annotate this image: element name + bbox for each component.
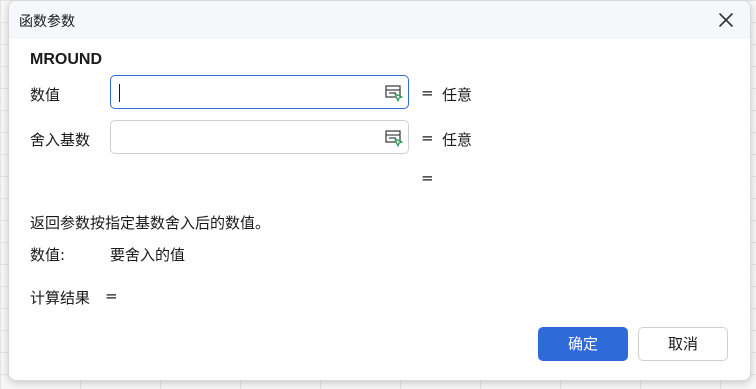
arg-input-number[interactable]	[110, 75, 409, 109]
arg-label-multiple: 舍入基数	[30, 131, 91, 149]
formula-equals: =	[421, 169, 434, 187]
cancel-button[interactable]: 取消	[638, 327, 728, 361]
calc-result-equals: =	[105, 287, 118, 305]
arg-result-number: 任意	[442, 86, 473, 104]
range-select-icon[interactable]	[384, 128, 404, 148]
function-name: MROUND	[30, 51, 102, 68]
text-caret	[119, 84, 120, 102]
arg-result-multiple: 任意	[442, 131, 473, 149]
close-icon[interactable]	[716, 10, 736, 30]
dialog-title: 函数参数	[19, 14, 75, 30]
arg-input-multiple[interactable]	[110, 120, 409, 154]
param-help-name: 数值:	[30, 246, 66, 264]
calc-result-label: 计算结果	[30, 289, 91, 307]
arg-equals-multiple: =	[421, 129, 434, 147]
arg-equals-number: =	[421, 84, 434, 102]
range-select-icon[interactable]	[384, 83, 404, 103]
function-description: 返回参数按指定基数舍入后的数值。	[30, 214, 271, 232]
ok-button[interactable]: 确定	[538, 327, 628, 361]
param-help-text: 要舍入的值	[110, 246, 186, 264]
dialog-titlebar: 函数参数	[9, 1, 750, 39]
function-arguments-dialog: 函数参数 MROUND 数值 = 任意 舍入基数 = 任意 = 返回参数按指定基…	[8, 0, 751, 381]
arg-label-number: 数值	[30, 86, 61, 104]
